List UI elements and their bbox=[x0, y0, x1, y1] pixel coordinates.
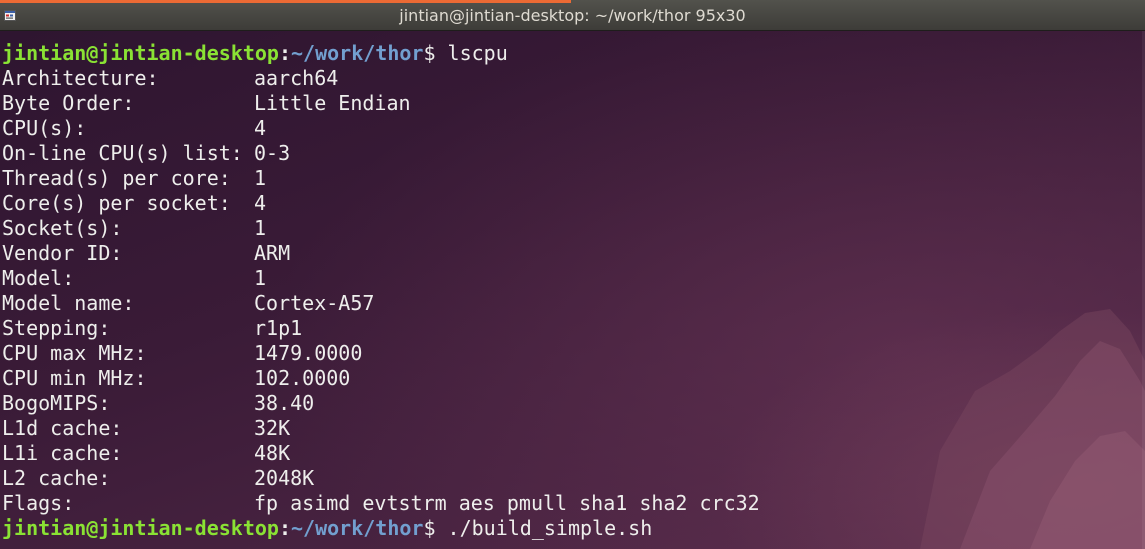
output-label: On-line CPU(s) list: bbox=[2, 141, 243, 165]
prompt-dollar: $ bbox=[423, 516, 448, 540]
output-label: Core(s) per socket: bbox=[2, 191, 231, 215]
output-line: Stepping: r1p1 bbox=[2, 316, 760, 341]
terminal-output-area[interactable]: jintian@jintian-desktop:~/work/thor$ lsc… bbox=[0, 31, 1145, 549]
output-label: Socket(s): bbox=[2, 216, 123, 240]
output-line: Model: 1 bbox=[2, 266, 760, 291]
prompt-colon: : bbox=[278, 41, 291, 65]
output-label: Architecture: bbox=[2, 66, 159, 90]
title-bar[interactable]: jintian@jintian-desktop: ~/work/thor 95x… bbox=[0, 0, 1145, 31]
output-line: Thread(s) per core: 1 bbox=[2, 166, 760, 191]
output-line: On-line CPU(s) list: 0-3 bbox=[2, 141, 760, 166]
output-label: CPU max MHz: bbox=[2, 341, 147, 365]
output-value: fp asimd evtstrm aes pmull sha1 sha2 crc… bbox=[254, 491, 760, 515]
output-line: Model name: Cortex-A57 bbox=[2, 291, 760, 316]
output-label: Thread(s) per core: bbox=[2, 166, 231, 190]
output-line: CPU max MHz: 1479.0000 bbox=[2, 341, 760, 366]
output-value: aarch64 bbox=[254, 66, 339, 90]
output-line: L1i cache: 48K bbox=[2, 441, 760, 466]
output-label: L1i cache: bbox=[2, 441, 123, 465]
output-label: Byte Order: bbox=[2, 91, 135, 115]
command-text: ./build_simple.sh bbox=[447, 516, 653, 540]
output-line: BogoMIPS: 38.40 bbox=[2, 391, 760, 416]
output-line: Architecture: aarch64 bbox=[2, 66, 760, 91]
output-label: CPU(s): bbox=[2, 116, 87, 140]
output-line: Flags: fp asimd evtstrm aes pmull sha1 sh… bbox=[2, 491, 760, 516]
output-line: CPU min MHz: 102.0000 bbox=[2, 366, 760, 391]
prompt-colon: : bbox=[278, 516, 291, 540]
prompt-path: ~/work/thor bbox=[291, 516, 424, 540]
prompt-dollar: $ bbox=[423, 41, 448, 65]
output-label: L1d cache: bbox=[2, 416, 123, 440]
output-value: 0-3 bbox=[254, 141, 291, 165]
output-value: 102.0000 bbox=[254, 366, 351, 390]
output-label: Model name: bbox=[2, 291, 135, 315]
prompt-line: jintian@jintian-desktop:~/work/thor$ ./b… bbox=[2, 516, 760, 541]
title-progress-bar bbox=[0, 0, 571, 3]
output-value: 1 bbox=[254, 266, 267, 290]
output-label: Flags: bbox=[2, 491, 75, 515]
output-line: CPU(s): 4 bbox=[2, 116, 760, 141]
terminal-window: jintian@jintian-desktop: ~/work/thor 95x… bbox=[0, 0, 1145, 549]
output-line: Byte Order: Little Endian bbox=[2, 91, 760, 116]
output-value: ARM bbox=[254, 241, 291, 265]
output-value: 1479.0000 bbox=[254, 341, 363, 365]
output-line: Socket(s): 1 bbox=[2, 216, 760, 241]
output-label: Stepping: bbox=[2, 316, 111, 340]
output-line: Vendor ID: ARM bbox=[2, 241, 760, 266]
output-label: Model: bbox=[2, 266, 75, 290]
prompt-line: jintian@jintian-desktop:~/work/thor$ lsc… bbox=[2, 41, 760, 66]
output-label: BogoMIPS: bbox=[2, 391, 111, 415]
output-value: 4 bbox=[254, 116, 267, 140]
terminal-lines: jintian@jintian-desktop:~/work/thor$ lsc… bbox=[2, 41, 760, 541]
window-title: jintian@jintian-desktop: ~/work/thor 95x… bbox=[399, 6, 746, 25]
output-value: 1 bbox=[254, 216, 267, 240]
output-value: 4 bbox=[254, 191, 267, 215]
output-line: L2 cache: 2048K bbox=[2, 466, 760, 491]
prompt-path: ~/work/thor bbox=[291, 41, 424, 65]
output-value: Cortex-A57 bbox=[254, 291, 375, 315]
prompt-user-host: jintian@jintian-desktop bbox=[2, 516, 279, 540]
output-line: Core(s) per socket: 4 bbox=[2, 191, 760, 216]
output-label: CPU min MHz: bbox=[2, 366, 147, 390]
prompt-user-host: jintian@jintian-desktop bbox=[2, 41, 279, 65]
output-value: 1 bbox=[254, 166, 267, 190]
output-value: Little Endian bbox=[254, 91, 411, 115]
command-text: lscpu bbox=[447, 41, 508, 65]
output-line: L1d cache: 32K bbox=[2, 416, 760, 441]
output-value: 48K bbox=[254, 441, 291, 465]
output-value: 38.40 bbox=[254, 391, 315, 415]
output-value: 32K bbox=[254, 416, 291, 440]
output-value: 2048K bbox=[254, 466, 315, 490]
output-value: r1p1 bbox=[254, 316, 303, 340]
output-label: Vendor ID: bbox=[2, 241, 123, 265]
output-label: L2 cache: bbox=[2, 466, 111, 490]
